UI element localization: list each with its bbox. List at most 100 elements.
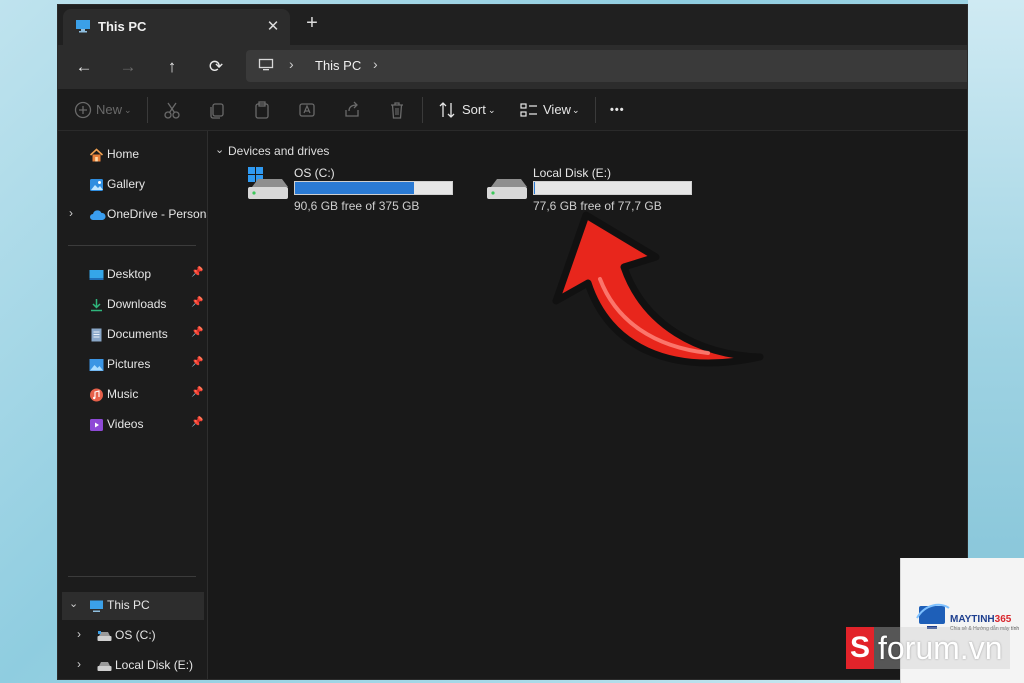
chevron-right-icon[interactable]: › [77, 657, 81, 671]
pin-icon[interactable]: 📌 [191, 417, 203, 428]
breadcrumb-this-pc[interactable]: This PC [315, 58, 361, 73]
sidebar-item-os-c[interactable]: › OS (C:) [58, 622, 207, 650]
onedrive-icon [90, 210, 106, 220]
sidebar-item-home[interactable]: Home [58, 141, 207, 169]
tab-title: This PC [98, 19, 147, 34]
up-arrow-icon[interactable]: ↑ [160, 55, 184, 79]
chevron-right-icon[interactable]: › [289, 56, 294, 72]
group-header-devices[interactable]: Devices and drives [228, 144, 329, 158]
windows-drive-icon [248, 167, 288, 199]
pictures-icon [89, 359, 104, 371]
sidebar-item-label: Music [107, 387, 139, 401]
chevron-down-icon: ⌄ [572, 105, 580, 115]
sort-button[interactable]: Sort [462, 99, 486, 121]
sidebar-item-label: Gallery [107, 177, 146, 191]
toolbar-divider [422, 97, 423, 123]
home-icon [89, 148, 104, 162]
sidebar-item-documents[interactable]: Documents 📌 [58, 321, 207, 349]
red-arrow-annotation [552, 211, 764, 367]
drive-icon [97, 662, 112, 671]
sidebar-item-label: Downloads [107, 297, 167, 311]
navigation-pane: Home Gallery › OneDrive - Persona Deskto… [58, 131, 213, 679]
sidebar-item-label: Home [107, 147, 140, 161]
this-pc-icon [90, 600, 103, 612]
chevron-right-icon[interactable]: › [373, 56, 378, 72]
drive-name: OS (C:) [294, 166, 335, 180]
sidebar-item-pictures[interactable]: Pictures 📌 [58, 351, 207, 379]
command-bar: New ⌄ Sort ⌄ View ⌄ ••• [58, 89, 967, 131]
chevron-down-icon: ⌄ [124, 105, 132, 115]
videos-icon [90, 419, 103, 431]
sidebar-divider [68, 245, 196, 246]
more-options-icon[interactable]: ••• [610, 99, 625, 121]
drive-free-space: 90,6 GB free of 375 GB [294, 199, 420, 213]
drive-usage-fill [295, 182, 414, 194]
chevron-down-icon: ⌄ [488, 105, 496, 115]
new-plus-icon [74, 101, 92, 119]
drive-usage-bar [294, 181, 453, 195]
sidebar-item-local-disk-e[interactable]: › Local Disk (E:) [58, 652, 207, 679]
refresh-icon[interactable]: ⟳ [204, 55, 228, 79]
sidebar-item-gallery[interactable]: Gallery [58, 171, 207, 199]
drive-icon [487, 179, 527, 199]
navigation-bar: ← → ↑ ⟳ › This PC › [58, 45, 967, 89]
pin-icon[interactable]: 📌 [191, 297, 203, 308]
paste-icon[interactable] [251, 99, 273, 121]
desktop-icon [89, 270, 104, 280]
sidebar-item-this-pc[interactable]: ⌄ This PC [62, 592, 204, 620]
gallery-icon [90, 179, 103, 191]
sidebar-item-label: This PC [107, 598, 150, 612]
view-icon [520, 103, 537, 117]
title-bar: This PC ✕ + [58, 5, 967, 45]
chevron-right-icon[interactable]: › [69, 206, 73, 220]
sidebar-item-desktop[interactable]: Desktop 📌 [58, 261, 207, 289]
delete-icon[interactable] [386, 99, 408, 121]
toolbar-divider [595, 97, 596, 123]
sidebar-item-label: Desktop [107, 267, 152, 281]
sidebar-item-label: Local Disk (E:) [115, 658, 194, 672]
pin-icon[interactable]: 📌 [191, 387, 203, 398]
share-icon[interactable] [341, 99, 363, 121]
sidebar-item-music[interactable]: Music 📌 [58, 381, 207, 409]
toolbar-divider [147, 97, 148, 123]
sidebar-item-label: Videos [107, 417, 144, 431]
documents-icon [91, 328, 102, 342]
drive-name: Local Disk (E:) [533, 166, 612, 180]
pin-icon[interactable]: 📌 [191, 357, 203, 368]
cut-icon[interactable] [161, 99, 183, 121]
rename-icon[interactable] [296, 99, 318, 121]
drive-usage-bar [533, 181, 692, 195]
music-icon [90, 388, 103, 402]
drive-tile-os-c[interactable]: OS (C:) 90,6 GB free of 375 GB [208, 165, 453, 213]
sidebar-item-label: OneDrive - Persona [107, 207, 214, 221]
new-button[interactable]: New [96, 99, 122, 121]
tab-this-pc[interactable]: This PC ✕ [63, 9, 290, 45]
sidebar-item-label: Documents [107, 327, 168, 341]
sforum-logo-text: forum.vn [878, 630, 1003, 666]
monitor-icon [258, 58, 274, 71]
chevron-right-icon[interactable]: › [77, 627, 81, 641]
view-button[interactable]: View [543, 99, 571, 121]
drive-icon [97, 631, 112, 641]
this-pc-icon [76, 20, 90, 33]
maytinh-logo-text: MAYTINH365 [950, 614, 1012, 625]
address-bar[interactable]: › This PC › [246, 50, 967, 82]
back-arrow-icon[interactable]: ← [72, 55, 96, 79]
sidebar-item-label: Pictures [107, 357, 151, 371]
chevron-down-icon[interactable]: ⌄ [215, 143, 224, 156]
sort-icon [439, 102, 455, 118]
copy-icon[interactable] [206, 99, 228, 121]
close-tab-icon[interactable]: ✕ [265, 17, 281, 35]
file-explorer-window: This PC ✕ + ← → ↑ ⟳ › This PC › New ⌄ So… [57, 4, 968, 680]
sidebar-item-onedrive[interactable]: › OneDrive - Persona [58, 201, 213, 229]
pin-icon[interactable]: 📌 [191, 267, 203, 278]
forward-arrow-icon[interactable]: → [116, 55, 140, 79]
sidebar-item-label: OS (C:) [115, 628, 156, 642]
new-tab-button[interactable]: + [302, 13, 322, 33]
chevron-down-icon[interactable]: ⌄ [69, 597, 78, 610]
sidebar-divider [68, 576, 196, 577]
sidebar-item-videos[interactable]: Videos 📌 [58, 411, 207, 439]
pin-icon[interactable]: 📌 [191, 327, 203, 338]
sidebar-item-downloads[interactable]: Downloads 📌 [58, 291, 207, 319]
sforum-logo-s: S [846, 627, 874, 669]
